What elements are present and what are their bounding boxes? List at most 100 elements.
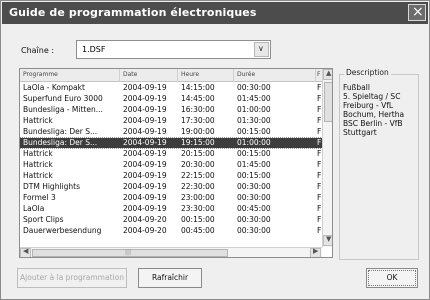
cell-duree: 00:30:00 <box>237 226 271 235</box>
description-text: Fußball 5. Spieltag / SC Freiburg - VfL … <box>343 83 417 137</box>
cell-duree: 01:00:00 <box>237 138 271 147</box>
refresh-button[interactable]: Rafraîchir <box>138 268 202 288</box>
cell-date: 2004-09-19 <box>123 138 167 147</box>
table-row[interactable]: Hattrick 2004-09-19 20:30:00 01:45:00 F <box>20 160 322 170</box>
table-row[interactable]: Dauerwerbesendung 2004-09-20 00:45:00 00:30… <box>20 226 322 236</box>
table-row[interactable]: DTM Highlights 2004-09-19 22:30:00 00:30:00… <box>20 182 322 192</box>
column-header-date[interactable]: Date <box>120 69 178 82</box>
title-bar[interactable]: Guide de programmation électroniques × <box>2 2 428 24</box>
chevron-down-icon: ∨ <box>258 44 264 53</box>
cell-date: 2004-09-19 <box>123 182 167 191</box>
table-row[interactable]: Superfund Euro 3000 2004-09-19 14:45:00 01:… <box>20 94 322 104</box>
table-row[interactable]: Hattrick 2004-09-19 20:15:00 00:15:00 F <box>20 149 322 159</box>
cell-programme: Hattrick <box>23 171 53 180</box>
channel-value: 1.DSF <box>82 45 106 54</box>
cell-date: 2004-09-19 <box>123 171 167 180</box>
cell-duree: 00:15:00 <box>237 127 271 136</box>
cell-heure: 23:00:00 <box>181 193 215 202</box>
arrow-up-icon: ▲ <box>326 69 332 77</box>
cell-programme: Sport Clips <box>23 215 64 224</box>
cell-programme: LaOla - Kompakt <box>23 83 85 92</box>
close-icon: × <box>412 4 424 20</box>
list-header: Programme Date Heure Durée F <box>20 69 322 82</box>
cell-programme: DTM Highlights <box>23 182 80 191</box>
cell-heure: 20:15:00 <box>181 149 215 158</box>
scroll-right-button[interactable]: ▶ <box>310 247 321 257</box>
cell-duree: 00:30:00 <box>237 193 271 202</box>
cell-date: 2004-09-19 <box>123 94 167 103</box>
close-button[interactable]: × <box>408 4 426 21</box>
table-row[interactable]: Hattrick 2004-09-19 22:15:00 00:15:00 F <box>20 171 322 181</box>
table-row[interactable]: Formel 3 2004-09-19 23:00:00 00:30:00 F <box>20 193 322 203</box>
cell-date: 2004-09-19 <box>123 160 167 169</box>
description-line: Bochum, Hertha <box>343 110 405 119</box>
cell-duree: 00:30:00 <box>237 83 271 92</box>
channel-select[interactable]: 1.DSF ∨ <box>76 40 271 59</box>
cell-programme: Hattrick <box>23 160 53 169</box>
program-list[interactable]: Programme Date Heure Durée F LaOla - Kom… <box>19 68 333 258</box>
horizontal-scroll-thumb[interactable]: ||| <box>32 249 228 257</box>
scroll-left-button[interactable]: ◀ <box>20 247 31 257</box>
table-row[interactable]: Bundesliga - Mitten... 2004-09-19 16:30:00… <box>20 105 322 115</box>
description-line: Freiburg - VfL <box>343 101 394 110</box>
cell-date: 2004-09-19 <box>123 204 167 213</box>
column-header-heure[interactable]: Heure <box>178 69 234 82</box>
cell-duree: 01:45:00 <box>237 94 271 103</box>
cell-heure: 16:30:00 <box>181 105 215 114</box>
scroll-grip-icon: ||| <box>125 249 132 256</box>
cell-heure: 14:15:00 <box>181 83 215 92</box>
horizontal-scrollbar[interactable]: ◀ ||| ▶ <box>20 247 322 257</box>
cell-programme: Dauerwerbesendung <box>23 226 102 235</box>
cell-duree: 00:45:00 <box>237 204 271 213</box>
column-header-duree[interactable]: Durée <box>234 69 316 82</box>
scroll-down-button[interactable]: ▼ <box>323 235 332 246</box>
cell-heure: 22:30:00 <box>181 182 215 191</box>
scroll-up-button[interactable]: ▲ <box>323 69 332 80</box>
cell-duree: 01:45:00 <box>237 160 271 169</box>
cell-programme: Hattrick <box>23 149 53 158</box>
arrow-right-icon: ▶ <box>313 247 319 255</box>
table-row[interactable]: LaOla 2004-09-19 23:30:00 00:45:00 F <box>20 204 322 214</box>
cell-duree: 00:15:00 <box>237 171 271 180</box>
cell-programme: Formel 3 <box>23 193 56 202</box>
table-row[interactable]: Sport Clips 2004-09-20 00:15:00 00:30:00 F <box>20 215 322 225</box>
vertical-scroll-thumb[interactable] <box>324 82 332 122</box>
description-line: BSC Berlin - VfB <box>343 119 403 128</box>
cell-date: 2004-09-19 <box>123 193 167 202</box>
channel-dropdown-button[interactable]: ∨ <box>254 42 269 57</box>
cell-heure: 22:15:00 <box>181 171 215 180</box>
cell-date: 2004-09-19 <box>123 149 167 158</box>
description-label: Description <box>344 68 391 77</box>
arrow-left-icon: ◀ <box>23 247 29 255</box>
column-header-programme[interactable]: Programme <box>20 69 120 82</box>
add-to-schedule-button[interactable]: Ajouter à la programmation <box>17 268 127 288</box>
description-line: Stuttgart <box>343 128 377 137</box>
cell-programme: Hattrick <box>23 116 53 125</box>
cell-date: 2004-09-19 <box>123 116 167 125</box>
cell-heure: 00:45:00 <box>181 226 215 235</box>
cell-date: 2004-09-19 <box>123 105 167 114</box>
epg-dialog: Guide de programmation électroniques × C… <box>0 0 430 300</box>
table-row[interactable]: Hattrick 2004-09-19 17:30:00 01:30:00 F <box>20 116 322 126</box>
cell-programme: LaOla <box>23 204 45 213</box>
cell-date: 2004-09-20 <box>123 226 167 235</box>
cell-heure: 00:15:00 <box>181 215 215 224</box>
description-line: 5. Spieltag / SC <box>343 92 401 101</box>
window-title: Guide de programmation électroniques <box>9 6 257 19</box>
table-row[interactable]: Bundesliga: Der S... 2004-09-19 19:00:00 00… <box>20 127 322 137</box>
arrow-down-icon: ▼ <box>326 235 332 243</box>
cell-duree: 00:15:00 <box>237 149 271 158</box>
cell-heure: 23:30:00 <box>181 204 215 213</box>
cell-programme: Bundesliga: Der S... <box>23 127 98 136</box>
cell-date: 2004-09-19 <box>123 83 167 92</box>
cell-date: 2004-09-20 <box>123 215 167 224</box>
ok-button[interactable]: OK <box>366 268 418 288</box>
vertical-scrollbar[interactable]: ▲ ▼ <box>322 69 332 247</box>
cell-heure: 14:45:00 <box>181 94 215 103</box>
cell-heure: 20:30:00 <box>181 160 215 169</box>
cell-heure: 17:30:00 <box>181 116 215 125</box>
cell-duree: 01:30:00 <box>237 116 271 125</box>
table-row[interactable]: LaOla - Kompakt 2004-09-19 14:15:00 00:30:0… <box>20 83 322 93</box>
cell-duree: 01:00:00 <box>237 105 271 114</box>
table-row[interactable]: Bundesliga: Der S... 2004-09-19 19:15:00 01… <box>20 137 322 149</box>
